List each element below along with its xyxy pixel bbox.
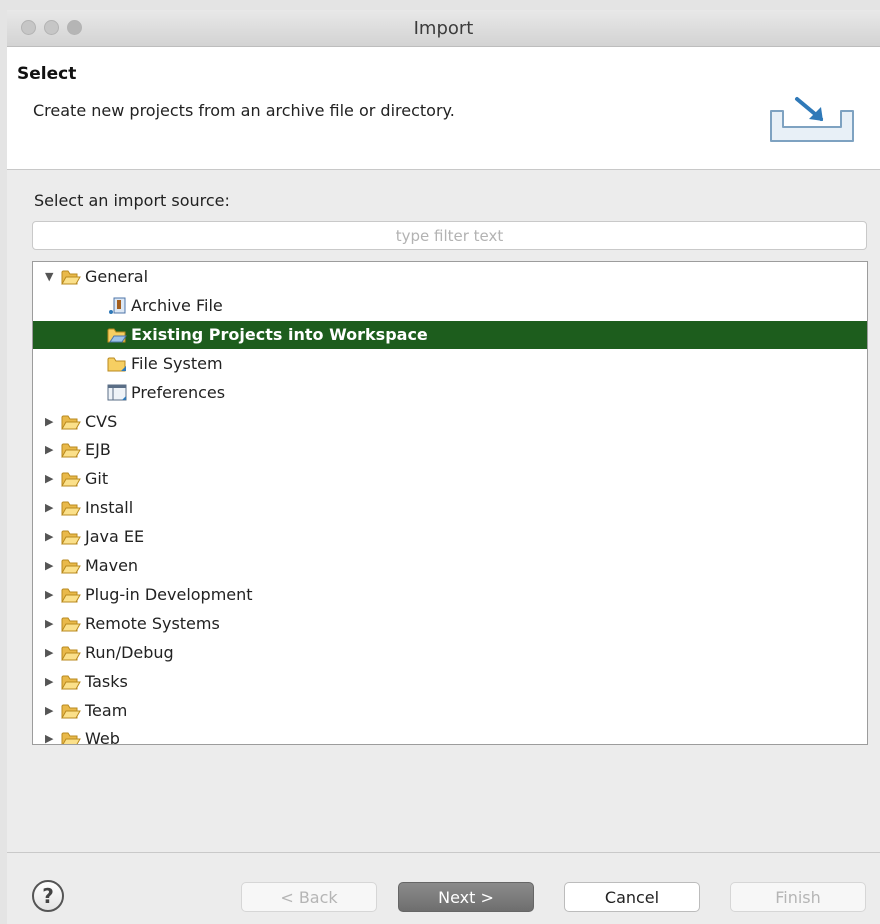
next-button[interactable]: Next > bbox=[398, 882, 534, 912]
archive-file-icon bbox=[107, 297, 127, 315]
tree-item-label: File System bbox=[131, 353, 223, 373]
tree-item-label: Maven bbox=[85, 556, 139, 575]
expand-arrow-closed-icon[interactable]: ▶ bbox=[45, 646, 53, 659]
existing-projects-icon bbox=[107, 326, 127, 344]
folder-open-icon bbox=[61, 268, 81, 286]
expand-arrow-closed-icon[interactable]: ▶ bbox=[45, 704, 53, 717]
expand-arrow-closed-icon[interactable]: ▶ bbox=[45, 444, 53, 456]
button-bar-divider bbox=[7, 852, 880, 853]
tree-item[interactable]: ▼ General bbox=[33, 263, 867, 291]
import-source-label: Select an import source: bbox=[34, 191, 230, 210]
tree-item-label: Java EE bbox=[85, 527, 145, 547]
tree-item-label: Web bbox=[85, 729, 120, 745]
expand-arrow-closed-icon[interactable]: ▶ bbox=[45, 617, 53, 630]
folder-icon bbox=[61, 730, 81, 744]
help-icon[interactable]: ? bbox=[32, 880, 64, 912]
expand-arrow-closed-icon[interactable]: ▶ bbox=[45, 733, 53, 744]
expand-arrow-closed-icon[interactable]: ▶ bbox=[45, 675, 53, 688]
expand-arrow-closed-icon[interactable]: ▶ bbox=[45, 588, 53, 601]
folder-icon bbox=[61, 470, 81, 488]
tree-item-label: Team bbox=[85, 700, 128, 720]
folder-icon bbox=[61, 441, 81, 459]
tree-item-label: Run/Debug bbox=[85, 642, 174, 662]
tree-item[interactable]: ▶ Plug-in Development bbox=[33, 581, 867, 609]
tree-item-label: Existing Projects into Workspace bbox=[131, 324, 428, 344]
folder-icon bbox=[61, 586, 81, 604]
folder-icon bbox=[61, 673, 81, 691]
title-bar: Import bbox=[7, 10, 880, 47]
tree-item[interactable]: Preferences bbox=[33, 379, 867, 407]
folder-icon bbox=[61, 499, 81, 517]
tree-item-label: Git bbox=[85, 469, 109, 489]
import-wizard-icon bbox=[770, 97, 854, 142]
tree-item-label: Install bbox=[85, 498, 134, 518]
tree-item[interactable]: ▶ Install bbox=[33, 494, 867, 522]
folder-icon bbox=[61, 644, 81, 662]
tree-item[interactable]: File System bbox=[33, 350, 867, 378]
tree-item[interactable]: ▶ EJB bbox=[33, 436, 867, 464]
tree-item[interactable]: Archive File bbox=[33, 292, 867, 320]
expand-arrow-closed-icon[interactable]: ▶ bbox=[45, 473, 53, 485]
window-title: Import bbox=[413, 18, 474, 39]
wizard-header: Select Create new projects from an archi… bbox=[7, 47, 880, 170]
filter-input[interactable] bbox=[32, 221, 867, 250]
expand-arrow-closed-icon[interactable]: ▶ bbox=[45, 415, 53, 428]
folder-icon bbox=[61, 413, 81, 431]
tree-item[interactable]: ▶ Run/Debug bbox=[33, 639, 867, 667]
file-system-icon bbox=[107, 355, 127, 373]
tree-item-label: EJB bbox=[85, 440, 111, 460]
tree-item-label: Plug-in Development bbox=[85, 584, 253, 604]
tree-item[interactable]: ▶ Maven bbox=[33, 552, 867, 580]
tree-item-label: CVS bbox=[85, 411, 118, 431]
expand-arrow-closed-icon[interactable]: ▶ bbox=[45, 531, 53, 543]
tree-item[interactable]: ▶ CVS bbox=[33, 408, 867, 436]
tree-item[interactable]: Existing Projects into Workspace bbox=[33, 320, 867, 349]
tree-item-label: Tasks bbox=[85, 671, 128, 691]
expand-arrow-closed-icon[interactable]: ▶ bbox=[45, 502, 53, 514]
tree-item[interactable]: ▶ Team bbox=[33, 697, 867, 725]
tree-item[interactable]: ▶ Java EE bbox=[33, 523, 867, 551]
tree-item-label: Remote Systems bbox=[85, 613, 220, 633]
tree-item-label: Preferences bbox=[131, 382, 226, 402]
folder-icon bbox=[61, 702, 81, 720]
folder-icon bbox=[61, 615, 81, 633]
back-button[interactable]: < Back bbox=[241, 882, 377, 912]
finish-button[interactable]: Finish bbox=[730, 882, 866, 912]
import-source-tree[interactable]: ▼ General Archive File Existing Projects in… bbox=[32, 261, 868, 745]
folder-icon bbox=[61, 528, 81, 546]
tree-item-label: General bbox=[85, 267, 149, 286]
cancel-button[interactable]: Cancel bbox=[564, 882, 700, 912]
tree-item[interactable]: ▶ Git bbox=[33, 465, 867, 493]
tree-item[interactable]: ▶ Web bbox=[33, 725, 867, 745]
preferences-icon bbox=[107, 384, 127, 402]
tree-item[interactable]: ▶ Remote Systems bbox=[33, 610, 867, 638]
folder-icon bbox=[61, 557, 81, 575]
page-description: Create new projects from an archive file… bbox=[33, 101, 455, 120]
expand-arrow-open-icon[interactable]: ▼ bbox=[45, 271, 53, 283]
page-title: Select bbox=[17, 64, 77, 84]
tree-item[interactable]: ▶ Tasks bbox=[33, 668, 867, 696]
import-dialog: Import Select Create new projects from a… bbox=[7, 10, 880, 924]
expand-arrow-closed-icon[interactable]: ▶ bbox=[45, 560, 53, 572]
tree-item-label: Archive File bbox=[131, 295, 223, 315]
